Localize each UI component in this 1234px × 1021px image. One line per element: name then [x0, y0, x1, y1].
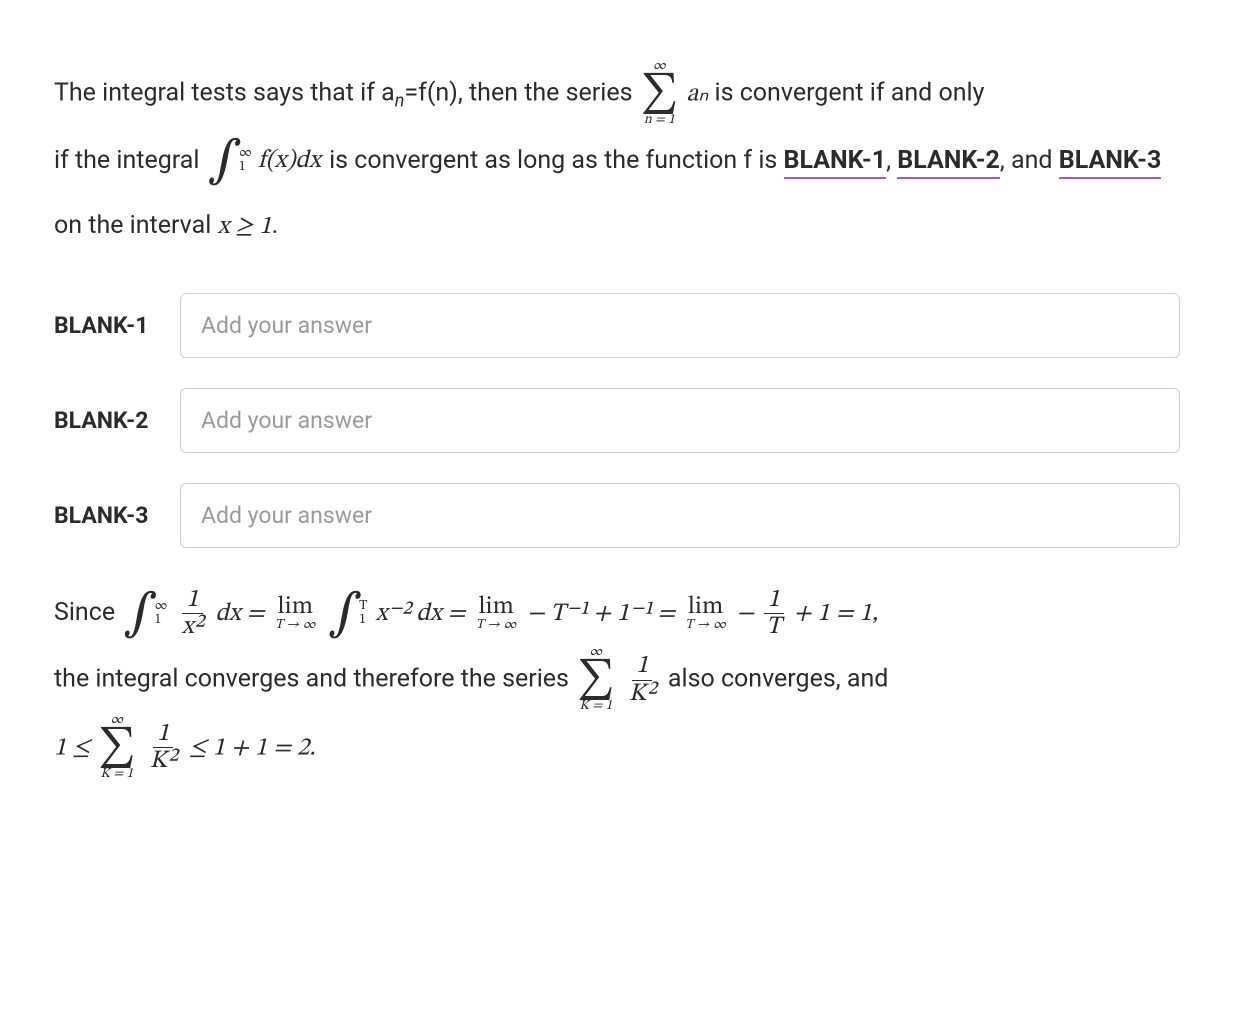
question-page: The integral tests says that if an=f(n),…: [0, 0, 1234, 821]
question-text: The integral tests says that if an=f(n),…: [54, 60, 1180, 259]
blank-2-input[interactable]: [180, 388, 1180, 453]
solution-text: Since ∫ ∞ 1 1 x² dx = lim T → ∞ ∫ T: [54, 580, 1180, 781]
blank-2-label: BLANK-2: [54, 407, 180, 434]
text-segment: Since: [54, 598, 121, 627]
integrand: f(x)dx: [258, 128, 321, 193]
minus-sign: −: [736, 601, 760, 626]
sum-upper-bound: ∞: [110, 714, 123, 728]
sum-upper-bound: ∞: [653, 60, 666, 74]
lim-bound: T → ∞: [275, 619, 316, 633]
answers-section: BLANK-1 BLANK-2 BLANK-3: [54, 293, 1180, 548]
blank-1-input[interactable]: [180, 293, 1180, 358]
text-segment: on the interval: [54, 211, 218, 240]
text-segment: ,: [886, 146, 897, 175]
numerator: 1: [764, 587, 784, 614]
blank-1-label: BLANK-1: [54, 312, 180, 339]
text-segment: also converges, and: [668, 665, 888, 694]
sum-upper-bound: ∞: [589, 646, 602, 660]
lim-bound: T → ∞: [476, 619, 517, 633]
blank-3-input[interactable]: [180, 483, 1180, 548]
fraction-1-over-K2: 1 K²: [625, 653, 660, 707]
answer-row-blank-3: BLANK-3: [54, 483, 1180, 548]
inequality-tail: ≤ 1 + 1 = 2.: [189, 735, 316, 760]
blank-1-reference: BLANK-1: [784, 146, 887, 179]
fraction-1-over-T: 1 T: [762, 587, 785, 641]
denominator: K²: [146, 748, 181, 774]
text-segment: .: [272, 211, 279, 240]
summation-an: ∞ ∑ n = 1: [641, 60, 678, 128]
sigma-icon: ∑: [577, 660, 614, 700]
text-segment: + 1 = 1,: [793, 601, 878, 626]
sigma-icon: ∑: [98, 728, 135, 768]
limit-2: lim T → ∞: [476, 594, 517, 633]
integral-icon: ∫: [123, 589, 157, 639]
text-segment: dx =: [215, 601, 264, 626]
summation-bound: ∞ ∑ K = 1: [98, 714, 135, 782]
sum-lower-bound: K = 1: [100, 768, 133, 782]
text-segment: =f(n), then the series: [404, 78, 638, 107]
solution-line-1: Since ∫ ∞ 1 1 x² dx = lim T → ∞ ∫ T: [54, 580, 1180, 646]
numerator: 1: [182, 587, 202, 614]
answer-row-blank-1: BLANK-1: [54, 293, 1180, 358]
text-segment: − T⁻¹ + 1⁻¹ =: [527, 601, 681, 626]
fraction-1-over-x2: 1 x²: [178, 587, 207, 641]
text-segment: , and: [1000, 146, 1059, 175]
integral-icon: ∫: [328, 589, 362, 639]
lim-bound: T → ∞: [685, 619, 726, 633]
denominator: x²: [178, 614, 207, 640]
integral-1-over-x2: ∫ ∞ 1: [123, 589, 167, 639]
interval-expression: x ≥ 1: [218, 214, 272, 239]
sigma-icon: ∑: [641, 74, 678, 114]
denominator: T: [762, 614, 785, 640]
text-segment: is convergent if and only: [715, 78, 985, 107]
numerator: 1: [632, 653, 652, 680]
sum-term: aₙ: [686, 81, 708, 106]
denominator: K²: [625, 681, 660, 707]
integral-fx: ∫ ∞ 1 f(x)dx: [208, 128, 321, 193]
sum-lower-bound: n = 1: [644, 114, 675, 128]
integral-x-neg2: ∫ T 1: [328, 589, 368, 639]
blank-3-label: BLANK-3: [54, 502, 180, 529]
limit-3: lim T → ∞: [685, 594, 726, 633]
text-segment: The integral tests says that if a: [54, 78, 395, 107]
limit-1: lim T → ∞: [275, 594, 316, 633]
answer-row-blank-2: BLANK-2: [54, 388, 1180, 453]
fraction-1-over-K2-b: 1 K²: [146, 721, 181, 775]
lim-label: lim: [688, 594, 724, 619]
sum-lower-bound: K = 1: [579, 700, 612, 714]
numerator: 1: [153, 721, 173, 748]
subscript-n: n: [395, 90, 405, 111]
inequality-lead: 1 ≤: [54, 735, 96, 760]
solution-line-3: 1 ≤ ∞ ∑ K = 1 1 K² ≤ 1 + 1 = 2.: [54, 714, 1180, 782]
lim-label: lim: [478, 594, 514, 619]
integral-icon: ∫: [208, 136, 242, 186]
text-segment: the integral converges and therefore the…: [54, 665, 575, 694]
summation-1-over-k2: ∞ ∑ K = 1: [577, 646, 614, 714]
blank-3-reference: BLANK-3: [1059, 146, 1162, 179]
lim-label: lim: [278, 594, 314, 619]
blank-2-reference: BLANK-2: [897, 146, 1000, 179]
text-segment: if the integral: [54, 146, 206, 175]
integrand-2: x⁻² dx =: [376, 601, 466, 626]
solution-line-2: the integral converges and therefore the…: [54, 646, 1180, 714]
text-segment: is convergent as long as the function f …: [329, 146, 783, 175]
